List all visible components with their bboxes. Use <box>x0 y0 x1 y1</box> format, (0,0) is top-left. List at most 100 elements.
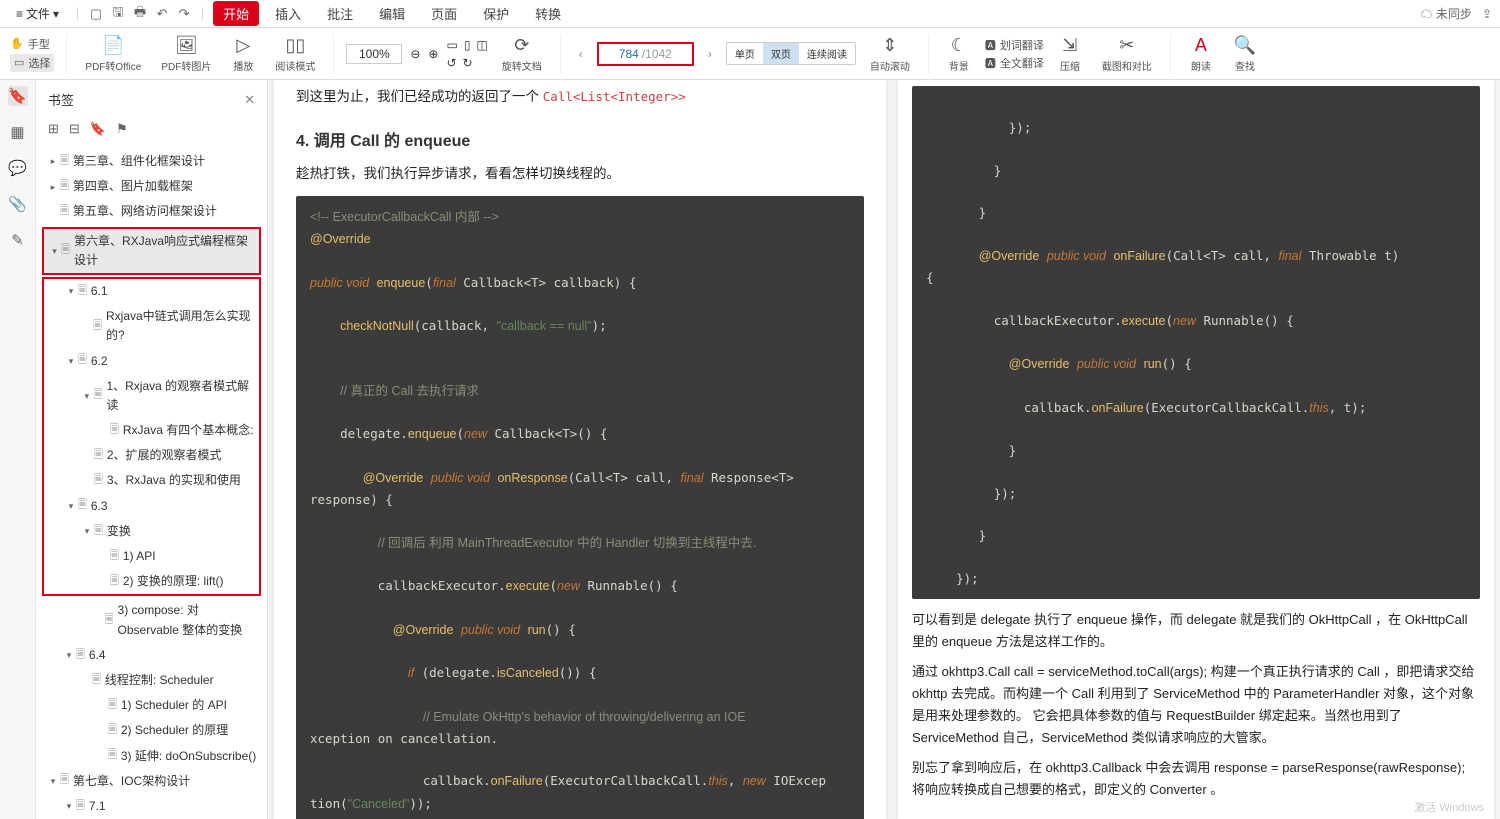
sync-status[interactable]: ☁ 未同步 <box>1421 5 1472 22</box>
find-button[interactable]: 🔍查找 <box>1227 32 1263 75</box>
rotate-doc-button[interactable]: ⟳旋转文档 <box>496 32 548 75</box>
file-menu[interactable]: ≡ 文件 ▾ <box>8 3 67 24</box>
screenshot-button[interactable]: ✂截图和对比 <box>1096 32 1158 75</box>
bookmark-item[interactable]: ▾🗏第七章、IOC架构设计 <box>42 769 261 794</box>
undo-icon[interactable]: ↶ <box>154 6 170 22</box>
pdf-to-image-button[interactable]: 🖼PDF转图片 <box>155 32 217 75</box>
tab-edit[interactable]: 编辑 <box>369 1 415 26</box>
fit-width-icon[interactable]: ▭ <box>446 38 457 52</box>
tab-protect[interactable]: 保护 <box>473 1 519 26</box>
bookmark-item[interactable]: 🗏2) Scheduler 的原理 <box>42 718 261 743</box>
tree-twisty[interactable]: ▾ <box>48 774 58 788</box>
bookmark-item[interactable]: ▾🗏变换 <box>44 519 259 544</box>
select-tool[interactable]: ▭ 选择 <box>10 54 54 72</box>
tree-twisty[interactable]: ▾ <box>66 354 76 368</box>
zoom-in-icon[interactable]: ⊕ <box>428 47 438 61</box>
bookmark-item[interactable]: ▾🗏7.1 <box>42 794 261 819</box>
bookmarks-tree: ▸🗏第三章、组件化框架设计▸🗏第四章、图片加载框架🗏第五章、网络访问框架设计▾🗏… <box>36 145 267 819</box>
bookmark-item[interactable]: 🗏线程控制: Scheduler <box>42 668 261 693</box>
read-aloud-button[interactable]: A朗读 <box>1183 32 1219 75</box>
bookmark-item[interactable]: 🗏1) API <box>44 544 259 569</box>
open-icon[interactable]: ▢ <box>88 6 104 22</box>
tab-convert[interactable]: 转换 <box>525 1 571 26</box>
word-translate-button[interactable]: 🅰 划词翻译 <box>985 37 1044 53</box>
add-bookmark-icon[interactable]: 🔖 <box>90 121 106 137</box>
read-mode-button[interactable]: ▯▯阅读模式 <box>269 32 321 75</box>
redo-icon[interactable]: ↷ <box>176 6 192 22</box>
tab-insert[interactable]: 插入 <box>265 1 311 26</box>
bookmark-item[interactable]: 🗏3) compose: 对 Observable 整体的变换 <box>42 598 261 642</box>
tree-twisty[interactable]: ▾ <box>82 524 92 538</box>
print-icon[interactable]: 🖶 <box>132 6 148 22</box>
page-mode-toggle[interactable]: 单页 双页 连续阅读 <box>726 42 856 65</box>
bookmark-item[interactable]: ▾🗏6.1 <box>44 279 259 304</box>
edit-icon[interactable]: ✎ <box>8 230 28 250</box>
bookmark-item[interactable]: ▾🗏1、Rxjava 的观察者模式解读 <box>44 374 259 418</box>
close-icon[interactable]: ✕ <box>244 92 255 108</box>
tree-twisty[interactable]: ▾ <box>66 284 76 298</box>
bookmark-glyph-icon: 🗏 <box>92 672 101 690</box>
double-page-mode[interactable]: 双页 <box>763 43 799 64</box>
page-left: 到这里为止，我们已经成功的返回了一个 Call<List<Integer>> 4… <box>274 80 886 819</box>
bookmark-item[interactable]: ▾🗏6.2 <box>44 349 259 374</box>
single-page-mode[interactable]: 单页 <box>727 43 763 64</box>
sidebar-title: 书签 <box>48 90 74 109</box>
tree-twisty[interactable]: ▾ <box>50 244 59 258</box>
page-indicator[interactable]: 784/1042 <box>597 42 694 66</box>
share-icon[interactable]: ⇪ <box>1482 7 1492 21</box>
bookmark-flag-icon[interactable]: ⚑ <box>116 121 128 137</box>
bookmark-item[interactable]: 🗏第五章、网络访问框架设计 <box>42 199 261 224</box>
tree-twisty[interactable]: ▾ <box>66 499 76 513</box>
bookmark-glyph-icon: 🗏 <box>60 153 69 171</box>
bookmark-item[interactable]: ▸🗏第四章、图片加载框架 <box>42 174 261 199</box>
comment-icon[interactable]: 💬 <box>8 158 28 178</box>
attachment-icon[interactable]: 📎 <box>8 194 28 214</box>
bookmark-item[interactable]: ▾🗏第六章、RXJava响应式编程框架设计 <box>44 229 259 273</box>
expand-all-icon[interactable]: ⊞ <box>48 121 59 137</box>
tree-twisty[interactable]: ▾ <box>82 389 92 403</box>
tree-twisty[interactable]: ▸ <box>48 154 58 168</box>
prev-page-button[interactable]: ‹ <box>573 47 589 61</box>
autoscroll-button[interactable]: ⇕自动滚动 <box>864 32 916 75</box>
play-button[interactable]: ▷播放 <box>225 32 261 75</box>
bookmark-glyph-icon: 🗏 <box>108 747 117 765</box>
bookmark-item[interactable]: 🗏2) 变换的原理: lift() <box>44 569 259 594</box>
bookmark-glyph-icon: 🗏 <box>94 447 103 465</box>
continuous-mode[interactable]: 连续阅读 <box>799 43 855 64</box>
compress-button[interactable]: ⇲压缩 <box>1052 32 1088 75</box>
tab-page[interactable]: 页面 <box>421 1 467 26</box>
tree-twisty[interactable]: ▸ <box>48 180 58 194</box>
paragraph: 到这里为止，我们已经成功的返回了一个 Call<List<Integer>> <box>296 86 864 109</box>
bookmark-item[interactable]: 🗏Rxjava中链式调用怎么实现的? <box>44 304 259 348</box>
tab-annotate[interactable]: 批注 <box>317 1 363 26</box>
collapse-all-icon[interactable]: ⊟ <box>69 121 80 137</box>
bookmark-item[interactable]: ▾🗏6.3 <box>44 494 259 519</box>
document-viewport[interactable]: 到这里为止，我们已经成功的返回了一个 Call<List<Integer>> 4… <box>268 80 1500 819</box>
pdf-to-office-button[interactable]: 📄PDF转Office <box>79 32 147 75</box>
hand-tool[interactable]: ✋ 手型 <box>10 36 54 52</box>
zoom-level[interactable]: 100% <box>346 44 402 64</box>
fit-page-icon[interactable]: ▯ <box>464 38 471 52</box>
next-page-button[interactable]: › <box>702 47 718 61</box>
bookmark-item[interactable]: 🗏2、扩展的观察者模式 <box>44 443 259 468</box>
actual-size-icon[interactable]: ◫ <box>476 38 487 52</box>
tree-twisty[interactable]: ▾ <box>64 799 74 813</box>
bookmark-icon[interactable]: 🔖 <box>8 86 28 106</box>
thumbnail-icon[interactable]: ▦ <box>8 122 28 142</box>
full-translate-button[interactable]: 🅰 全文翻译 <box>985 55 1044 71</box>
bookmark-item[interactable]: ▸🗏第三章、组件化框架设计 <box>42 149 261 174</box>
rotate-right-icon[interactable]: ↻ <box>463 56 473 70</box>
bookmark-item[interactable]: 🗏1) Scheduler 的 API <box>42 693 261 718</box>
zoom-out-icon[interactable]: ⊖ <box>410 47 420 61</box>
rotate-left-icon[interactable]: ↺ <box>446 56 456 70</box>
bookmark-item[interactable]: ▾🗏6.4 <box>42 643 261 668</box>
tree-twisty[interactable]: ▾ <box>64 648 74 662</box>
bookmark-item[interactable]: 🗏3、RxJava 的实现和使用 <box>44 468 259 493</box>
tab-start[interactable]: 开始 <box>213 1 259 26</box>
bookmark-item[interactable]: 🗏RxJava 有四个基本概念: <box>44 418 259 443</box>
background-button[interactable]: ☾背景 <box>941 32 977 75</box>
save-icon[interactable]: 🖫 <box>110 6 126 22</box>
bookmark-label: 2) Scheduler 的原理 <box>121 721 228 740</box>
bookmark-item[interactable]: 🗏3) 延伸: doOnSubscribe() <box>42 744 261 769</box>
paragraph: 通过 okhttp3.Call call = serviceMethod.toC… <box>912 661 1480 749</box>
